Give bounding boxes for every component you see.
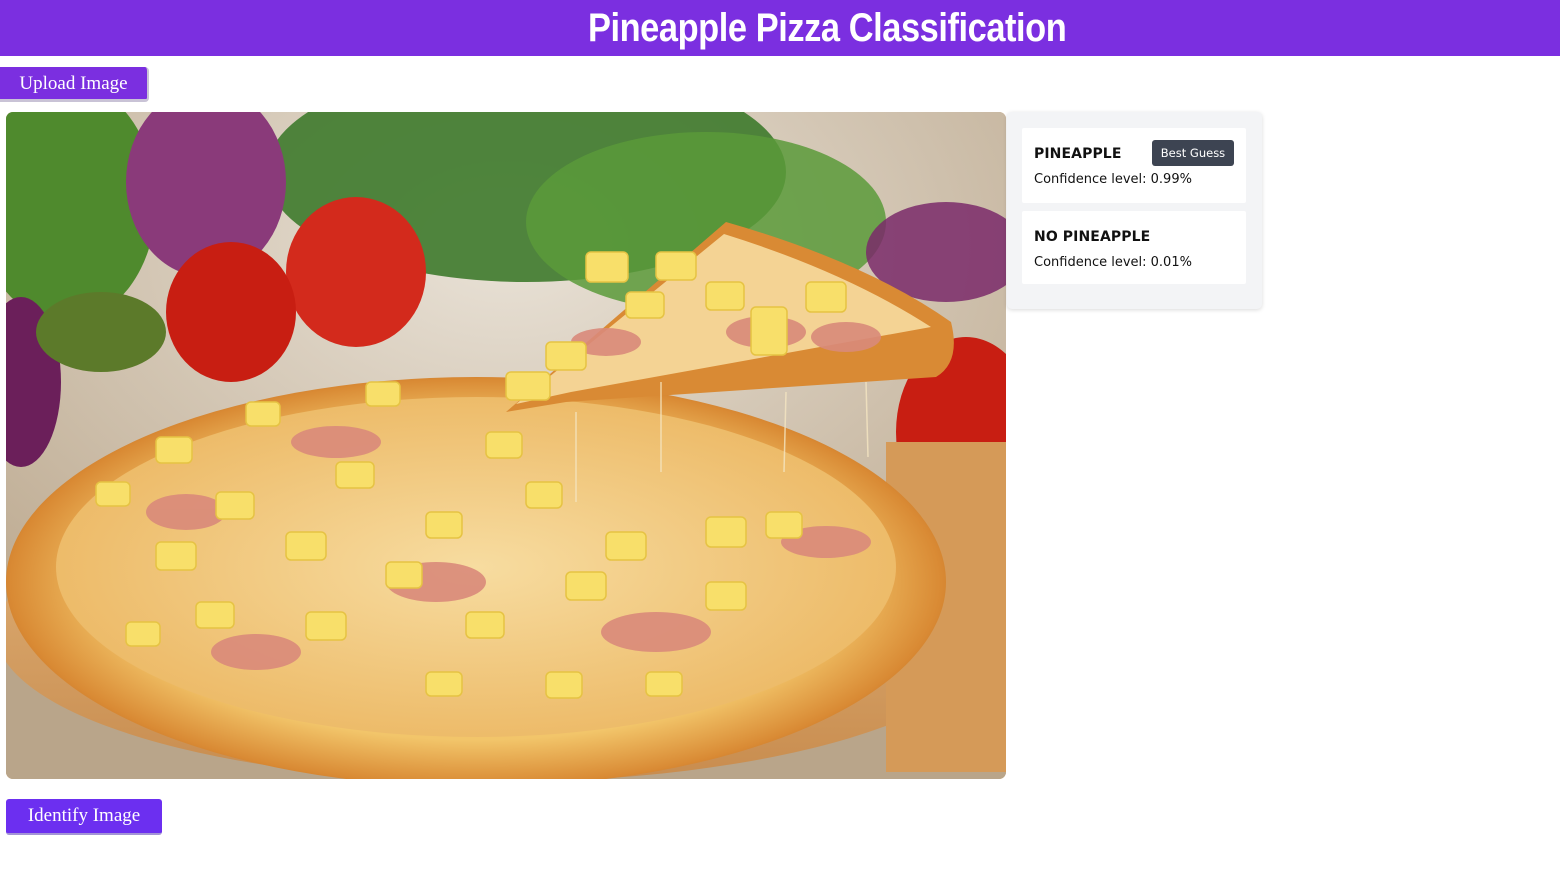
confidence-text: Confidence level: 0.01% [1034,255,1192,270]
pizza-image [6,112,1006,779]
results-panel: PINEAPPLE Best Guess Confidence level: 0… [1007,112,1262,309]
result-label: NO PINEAPPLE [1034,229,1151,245]
upload-image-button[interactable]: Upload Image [0,67,149,102]
result-label: PINEAPPLE [1034,146,1122,162]
confidence-text: Confidence level: 0.99% [1034,172,1192,187]
page-title: Pineapple Pizza Classification [587,6,1067,50]
identify-image-button[interactable]: Identify Image [6,799,162,835]
result-card-pineapple: PINEAPPLE Best Guess Confidence level: 0… [1022,128,1246,203]
pizza-photo-illustration [6,112,1006,779]
app-header: Pineapple Pizza Classification [0,0,1560,56]
best-guess-badge: Best Guess [1152,140,1234,166]
result-card-no-pineapple: NO PINEAPPLE Confidence level: 0.01% [1022,211,1246,284]
